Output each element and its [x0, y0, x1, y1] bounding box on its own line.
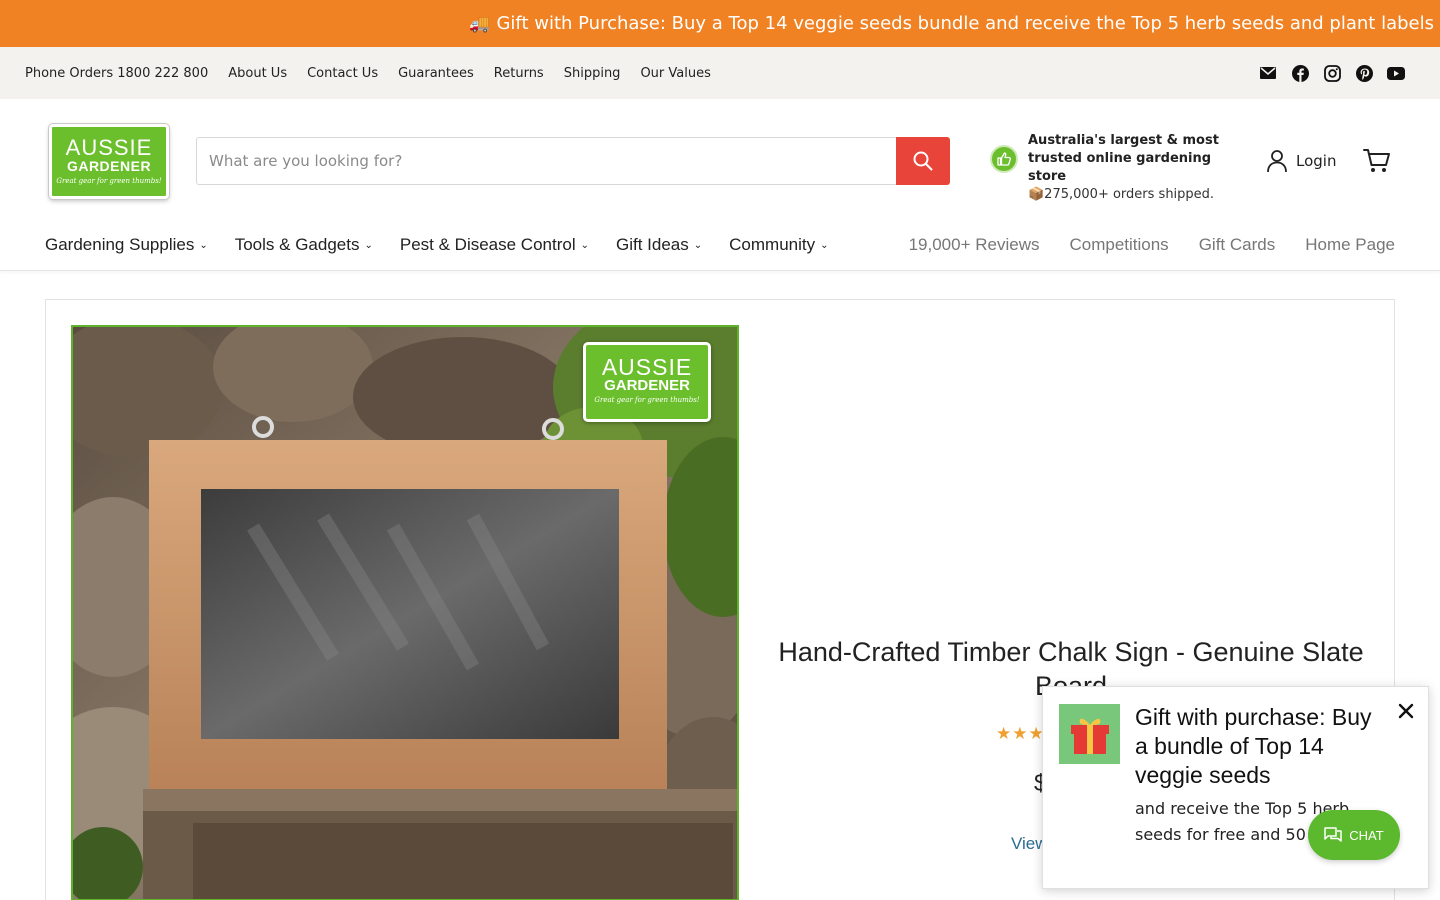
main-navigation: Gardening Supplies ⌄ Tools & Gadgets ⌄ Pes…: [0, 219, 1440, 271]
chevron-down-icon: ⌄: [199, 240, 208, 251]
nav-home-page-link[interactable]: Home Page: [1305, 235, 1395, 255]
thumbs-up-icon: [990, 145, 1018, 173]
utility-bar: Phone Orders 1800 222 800 About Us Conta…: [0, 47, 1440, 99]
about-us-link[interactable]: About Us: [228, 66, 287, 81]
site-header: AUSSIE GARDENER Great gear for green thu…: [0, 99, 1440, 219]
chevron-down-icon: ⌄: [820, 240, 829, 251]
promo-bar[interactable]: 🚚 Gift with Purchase: Buy a Top 14 veggi…: [0, 0, 1440, 47]
search-bar: [196, 137, 950, 185]
cart-icon: [1363, 149, 1390, 172]
logo-line1: AUSSIE: [65, 135, 153, 160]
promo-text: Gift with Purchase: Buy a Top 14 veggie …: [496, 13, 1434, 34]
our-values-link[interactable]: Our Values: [640, 66, 710, 81]
logo-line1: AUSSIE: [601, 354, 693, 380]
cart-button[interactable]: [1363, 148, 1391, 178]
contact-us-link[interactable]: Contact Us: [307, 66, 378, 81]
logo-tagline: Great gear for green thumbs!: [56, 177, 162, 185]
close-icon[interactable]: [1394, 699, 1418, 723]
nav-gift-cards-link[interactable]: Gift Cards: [1199, 235, 1276, 255]
site-logo[interactable]: AUSSIE GARDENER Great gear for green thu…: [49, 124, 169, 199]
search-button[interactable]: [896, 137, 950, 185]
phone-orders-link[interactable]: Phone Orders 1800 222 800: [25, 66, 208, 81]
nav-gift-ideas[interactable]: Gift Ideas ⌄: [616, 235, 702, 255]
nav-pest-disease-control[interactable]: Pest & Disease Control ⌄: [400, 235, 589, 255]
chat-label: CHAT: [1349, 827, 1384, 843]
nav-gardening-supplies[interactable]: Gardening Supplies ⌄: [45, 235, 208, 255]
login-label: Login: [1296, 152, 1337, 170]
chevron-down-icon: ⌄: [580, 240, 589, 251]
chevron-down-icon: ⌄: [693, 240, 703, 251]
nav-label: Tools & Gadgets: [234, 234, 360, 254]
logo-line2: GARDENER: [604, 377, 690, 394]
chevron-down-icon: ⌄: [364, 240, 373, 251]
logo-line2: GARDENER: [66, 158, 152, 174]
trust-orders: 📦275,000+ orders shipped.: [1028, 187, 1215, 202]
guarantees-link[interactable]: Guarantees: [398, 66, 474, 81]
nav-tools-gadgets[interactable]: Tools & Gadgets ⌄: [235, 235, 373, 255]
utility-links: Phone Orders 1800 222 800 About Us Conta…: [25, 66, 731, 81]
facebook-icon[interactable]: [1291, 64, 1309, 82]
gift-icon: [1059, 704, 1120, 764]
search-icon: [913, 151, 933, 171]
nav-label: Pest & Disease Control: [399, 234, 576, 254]
nav-competitions-link[interactable]: Competitions: [1069, 235, 1168, 255]
search-input[interactable]: [196, 137, 896, 185]
nav-secondary-links: 19,000+ Reviews Competitions Gift Cards …: [909, 235, 1395, 255]
popup-heading: Gift with purchase: Buy a bundle of Top …: [1135, 704, 1372, 788]
instagram-icon[interactable]: [1323, 64, 1341, 82]
mail-icon[interactable]: [1259, 64, 1277, 82]
nav-label: Community: [729, 234, 816, 254]
user-icon: [1267, 150, 1287, 173]
chat-button[interactable]: CHAT: [1308, 810, 1400, 860]
nav-community[interactable]: Community ⌄: [729, 235, 828, 255]
nav-label: Gift Ideas: [616, 234, 689, 254]
nav-label: Gardening Supplies: [45, 234, 195, 254]
shipping-link[interactable]: Shipping: [564, 66, 621, 81]
truck-icon: 🚚: [469, 13, 491, 34]
product-image[interactable]: AUSSIE GARDENER Great gear for green thu…: [71, 325, 739, 900]
chat-icon: [1324, 827, 1343, 842]
nav-menu: Gardening Supplies ⌄ Tools & Gadgets ⌄ Pes…: [45, 235, 856, 255]
trust-title: Australia's largest & most trusted onlin…: [1028, 133, 1219, 184]
social-links: [1259, 64, 1405, 82]
image-brand-logo: AUSSIE GARDENER Great gear for green thu…: [583, 342, 711, 422]
nav-reviews-link[interactable]: 19,000+ Reviews: [909, 235, 1040, 255]
login-link[interactable]: Login: [1266, 149, 1336, 173]
returns-link[interactable]: Returns: [494, 66, 544, 81]
pinterest-icon[interactable]: [1355, 64, 1373, 82]
logo-tagline: Great gear for green thumbs!: [594, 396, 700, 404]
trust-message: Australia's largest & most trusted onlin…: [990, 132, 1240, 204]
youtube-icon[interactable]: [1387, 64, 1405, 82]
